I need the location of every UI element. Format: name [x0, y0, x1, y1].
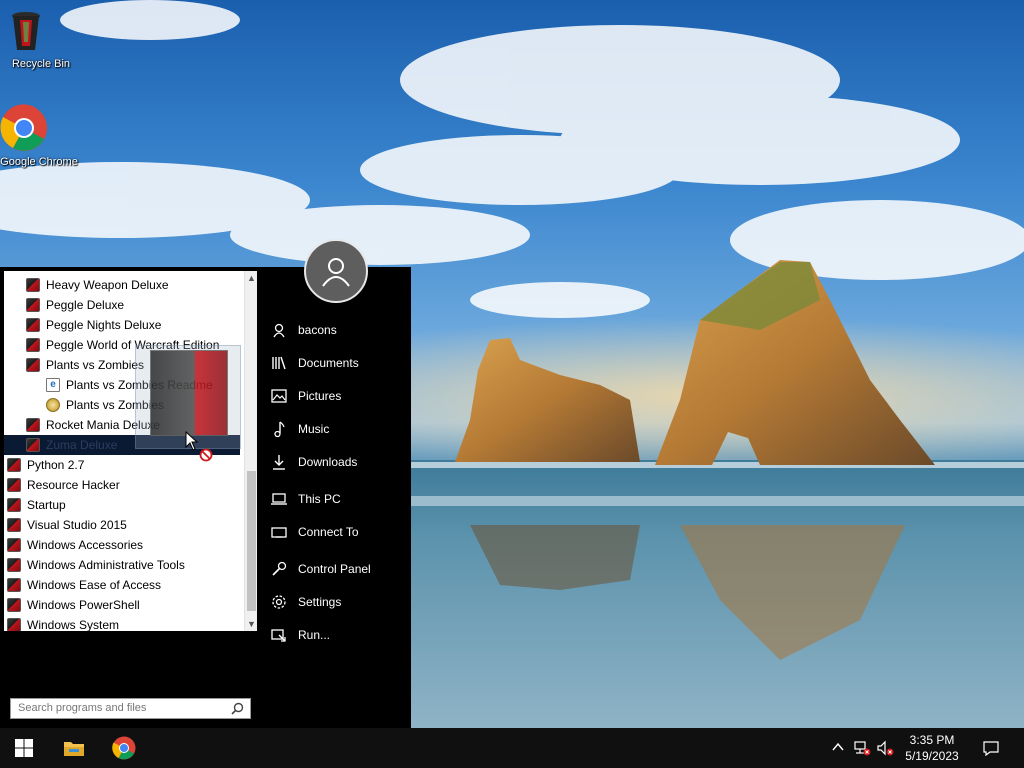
taskbar: 3:35 PM 5/19/2023	[0, 728, 1024, 768]
program-plants-vs-zombies-folder[interactable]: Plants vs Zombies	[26, 355, 144, 375]
search-programs-input[interactable]: Search programs and files	[10, 698, 251, 719]
start-item-run[interactable]: Run...	[270, 624, 400, 646]
folder-box-icon	[7, 598, 21, 612]
clock-time: 3:35 PM	[909, 733, 955, 747]
desktop-icon-label: Google Chrome	[0, 156, 78, 168]
pictures-icon	[271, 389, 287, 403]
all-programs-list[interactable]: Heavy Weapon Deluxe Peggle Deluxe Peggle…	[4, 271, 257, 631]
folder-box-icon	[7, 558, 21, 572]
start-button[interactable]	[0, 728, 48, 768]
clock-date: 5/19/2023	[905, 749, 959, 763]
help-icon	[46, 398, 60, 412]
start-item-settings[interactable]: Settings	[270, 591, 400, 613]
downloads-icon	[273, 455, 285, 470]
chrome-icon	[0, 104, 63, 152]
start-menu: Heavy Weapon Deluxe Peggle Deluxe Peggle…	[0, 267, 411, 728]
programs-scrollbar[interactable]: ▲ ▼	[244, 271, 257, 631]
program-heavy-weapon-deluxe[interactable]: Heavy Weapon Deluxe	[26, 275, 169, 295]
start-item-connect-to[interactable]: Connect To	[270, 521, 400, 543]
desktop-icon-label: Recycle Bin	[11, 58, 71, 70]
game-box-icon	[26, 418, 40, 432]
run-icon	[271, 629, 286, 642]
windows-logo-icon	[15, 739, 33, 757]
program-visual-studio-2015[interactable]: Visual Studio 2015	[7, 515, 127, 535]
show-hidden-icons-chevron-up-icon[interactable]	[831, 740, 845, 754]
taskbar-file-explorer[interactable]	[50, 728, 98, 768]
folder-box-icon	[7, 518, 21, 532]
game-box-icon	[26, 278, 40, 292]
start-item-bacons[interactable]: bacons	[270, 319, 400, 341]
start-item-documents[interactable]: Documents	[270, 352, 400, 374]
game-box-icon	[26, 358, 40, 372]
program-windows-ease-of-access[interactable]: Windows Ease of Access	[7, 575, 161, 595]
scroll-down-arrow-icon[interactable]: ▼	[245, 617, 257, 631]
user-icon	[322, 258, 350, 287]
start-item-downloads[interactable]: Downloads	[270, 451, 400, 473]
search-icon[interactable]	[231, 702, 244, 718]
program-windows-administrative-tools[interactable]: Windows Administrative Tools	[7, 555, 185, 575]
taskbar-google-chrome[interactable]	[100, 728, 148, 768]
start-item-control-panel[interactable]: Control Panel	[270, 558, 400, 580]
search-placeholder: Search programs and files	[18, 702, 147, 714]
no-drop-icon	[199, 448, 213, 462]
start-item-music[interactable]: Music	[270, 418, 400, 440]
control-panel-icon	[272, 561, 287, 576]
user-avatar[interactable]	[304, 239, 368, 303]
document-icon: e	[46, 378, 60, 392]
game-box-icon	[26, 438, 40, 452]
program-windows-powershell[interactable]: Windows PowerShell	[7, 595, 140, 615]
folder-icon	[64, 742, 84, 756]
folder-box-icon	[7, 478, 21, 492]
music-icon	[274, 421, 285, 438]
scroll-up-arrow-icon[interactable]: ▲	[245, 271, 257, 285]
chrome-icon	[112, 736, 136, 760]
program-windows-system[interactable]: Windows System	[7, 615, 119, 631]
start-item-this-pc[interactable]: This PC	[270, 488, 400, 510]
user-folder-icon	[273, 323, 285, 338]
program-python-27[interactable]: Python 2.7	[7, 455, 84, 475]
documents-icon	[272, 356, 286, 370]
game-box-icon	[26, 298, 40, 312]
computer-icon	[271, 493, 287, 505]
folder-box-icon	[7, 618, 21, 631]
folder-box-icon	[7, 578, 21, 592]
recycle-bin-icon	[12, 6, 65, 54]
scrollbar-thumb[interactable]	[247, 471, 256, 611]
desktop-icon-google-chrome[interactable]: Google Chrome	[0, 104, 78, 168]
program-resource-hacker[interactable]: Resource Hacker	[7, 475, 120, 495]
game-box-icon	[150, 350, 228, 436]
program-peggle-nights-deluxe[interactable]: Peggle Nights Deluxe	[26, 315, 161, 335]
game-box-icon	[26, 318, 40, 332]
program-peggle-deluxe[interactable]: Peggle Deluxe	[26, 295, 124, 315]
connect-icon	[271, 527, 287, 538]
gear-icon	[272, 595, 286, 609]
volume-muted-icon[interactable]	[876, 740, 894, 756]
program-windows-accessories[interactable]: Windows Accessories	[7, 535, 143, 555]
mouse-cursor-icon	[185, 431, 199, 451]
desktop-icon-recycle-bin[interactable]: Recycle Bin	[2, 6, 80, 70]
program-startup[interactable]: Startup	[7, 495, 66, 515]
action-center-icon[interactable]	[982, 740, 1000, 756]
folder-box-icon	[7, 498, 21, 512]
folder-box-icon	[7, 458, 21, 472]
system-clock[interactable]: 3:35 PM 5/19/2023	[900, 732, 964, 764]
game-box-icon	[26, 338, 40, 352]
network-disconnected-icon[interactable]	[853, 740, 871, 756]
start-item-pictures[interactable]: Pictures	[270, 385, 400, 407]
folder-box-icon	[7, 538, 21, 552]
